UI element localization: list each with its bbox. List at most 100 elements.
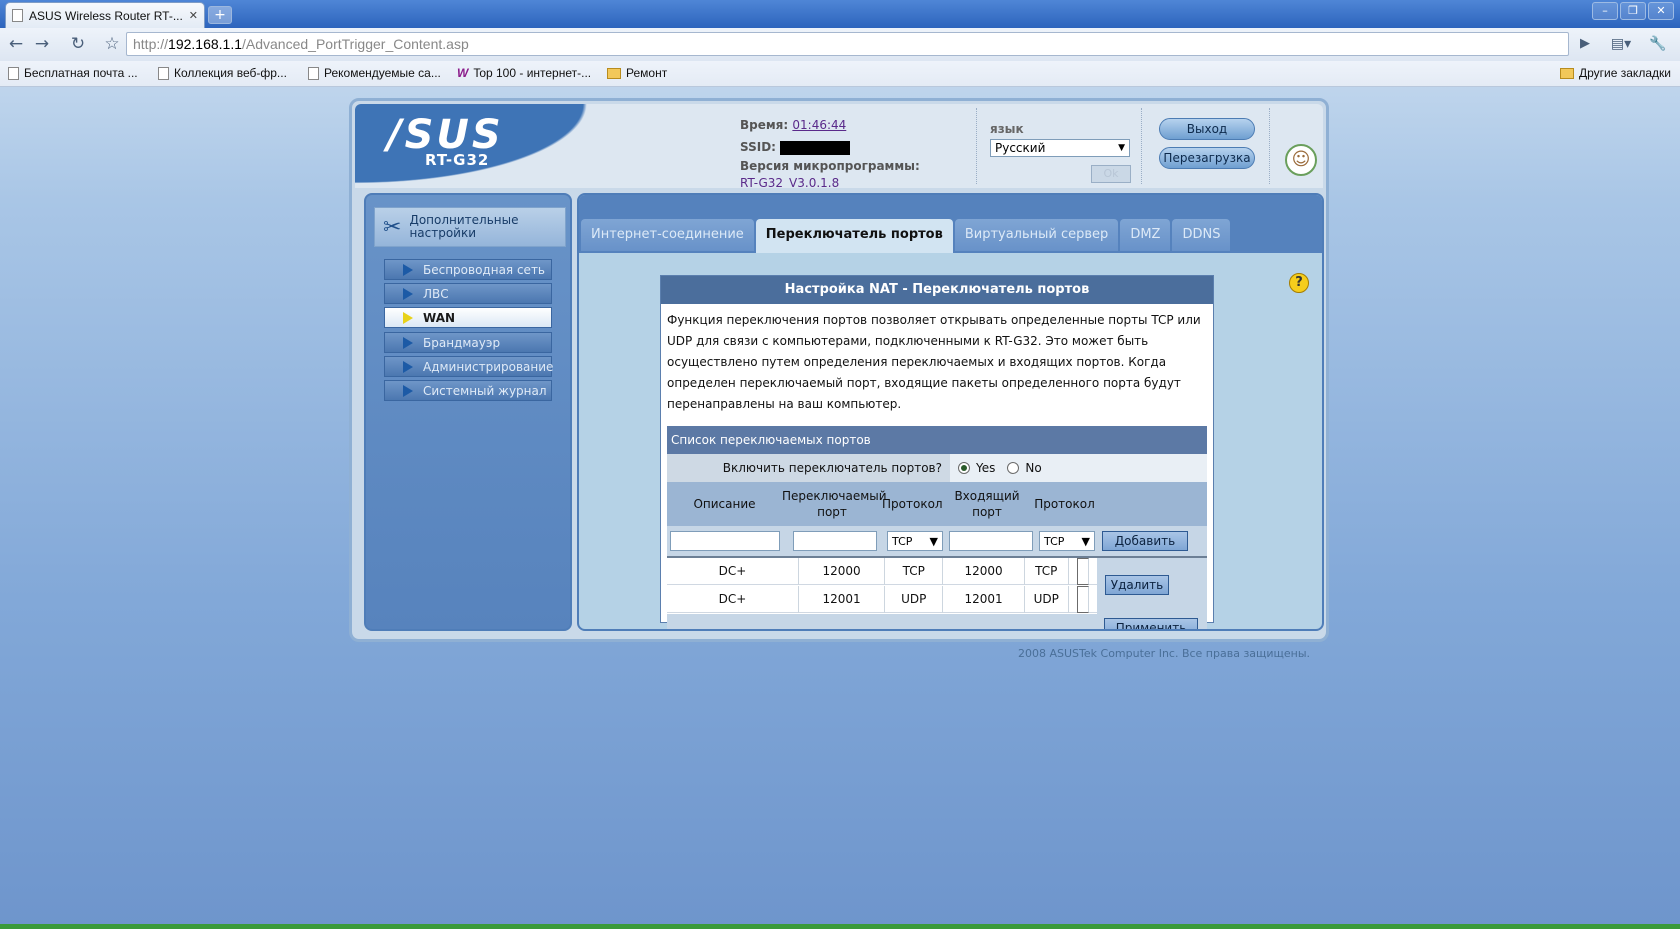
w-logo-icon: W [457, 66, 469, 80]
browser-tab[interactable]: ASUS Wireless Router RT-... ✕ [5, 2, 205, 28]
forward-arrow-icon[interactable]: → [30, 33, 54, 55]
bookmark-label: Другие закладки [1579, 66, 1671, 80]
bookmark-item[interactable]: Бесплатная почта ... [8, 66, 138, 80]
maximize-icon[interactable]: ❐ [1620, 2, 1646, 20]
main-content: Интернет-соединение Переключатель портов… [577, 193, 1324, 631]
time-link[interactable]: 01:46:44 [792, 118, 846, 132]
apply-button[interactable]: Применить [1104, 618, 1198, 629]
status-info: Время: 01:46:44 SSID: Версия микропрогра… [740, 114, 940, 188]
add-button[interactable]: Добавить [1102, 531, 1188, 551]
arrow-icon [403, 287, 413, 300]
page-icon [12, 9, 23, 22]
incoming-port-input[interactable] [949, 531, 1033, 551]
trigger-port-input[interactable] [793, 531, 877, 551]
column-headers: Описание Переключаемый порт Протокол Вхо… [667, 482, 1207, 526]
sidebar-item-label: ЛВС [423, 286, 449, 301]
tab-ddns[interactable]: DDNS [1172, 219, 1231, 251]
router-page: /SUS RT-G32 Время: 01:46:44 SSID: Версия… [349, 98, 1329, 642]
sidebar-item-lan[interactable]: ЛВС [384, 283, 552, 304]
reload-icon[interactable]: ↻ [66, 33, 90, 55]
help-icon[interactable]: ? [1289, 273, 1309, 293]
tools-icon: ✂ [383, 214, 402, 240]
language-select[interactable]: Русский ▼ [990, 139, 1130, 157]
tab-virtual-server[interactable]: Виртуальный сервер [954, 219, 1119, 251]
bookmark-item[interactable]: W Top 100 - интернет-... [457, 66, 591, 80]
bookmark-item[interactable]: Рекомендуемые са... [308, 66, 441, 80]
language-value: Русский [995, 141, 1046, 155]
sidebar-item-label: WAN [423, 310, 456, 325]
sidebar-item-administration[interactable]: Администрирование [384, 356, 553, 377]
ssid-redacted [780, 140, 851, 155]
no-radio[interactable] [1007, 462, 1020, 474]
bookmark-folder[interactable]: Ремонт [607, 66, 667, 80]
bookmark-label: Ремонт [626, 66, 668, 80]
yes-label: Yes [976, 461, 996, 475]
page-menu-icon[interactable]: ▤▾ [1606, 33, 1636, 55]
arrow-icon [403, 360, 413, 373]
arrow-icon [403, 384, 413, 397]
language-label: язык [990, 122, 1024, 136]
chevron-down-icon: ▼ [1118, 143, 1125, 153]
router-header: /SUS RT-G32 Время: 01:46:44 SSID: Версия… [355, 104, 1323, 188]
folder-icon [607, 67, 621, 79]
sidebar-item-label: Беспроводная сеть [423, 262, 546, 277]
close-tab-icon[interactable]: ✕ [189, 9, 198, 22]
protocol-value: TCP [1044, 534, 1065, 548]
firmware-label: Версия микропрограммы: [740, 159, 920, 173]
bookmark-label: Top 100 - интернет-... [473, 66, 592, 80]
reboot-button[interactable]: Перезагрузка [1159, 147, 1255, 169]
logo-area: /SUS RT-G32 [355, 104, 725, 188]
browser-titlebar: ASUS Wireless Router RT-... ✕ + – ❐ ✕ [0, 0, 1680, 28]
new-tab-button[interactable]: + [208, 6, 232, 24]
tab-title: ASUS Wireless Router RT-... [29, 8, 183, 23]
back-arrow-icon[interactable]: ← [4, 33, 28, 55]
ok-button[interactable]: Ok [1091, 165, 1131, 183]
tab-dmz[interactable]: DMZ [1120, 219, 1171, 251]
arrow-icon [403, 311, 413, 324]
minimize-icon[interactable]: – [1592, 2, 1618, 20]
sidebar-title: Дополнительные настройки [409, 213, 519, 240]
sidebar-item-system-log[interactable]: Системный журнал [384, 380, 552, 401]
cell-incoming-port: 12001 [943, 585, 1025, 613]
protocol-select[interactable]: TCP ▼ [1039, 531, 1095, 551]
other-bookmarks[interactable]: Другие закладки [1560, 66, 1671, 80]
sidebar-item-wireless[interactable]: Беспроводная сеть [384, 259, 552, 280]
protocol-select[interactable]: TCP ▼ [887, 531, 943, 551]
time-label: Время: [740, 118, 789, 132]
logout-button[interactable]: Выход [1159, 118, 1255, 140]
no-label: No [1025, 461, 1042, 475]
yes-radio[interactable] [958, 462, 970, 474]
page-icon [158, 66, 169, 80]
cell-description: DC+ [667, 585, 799, 613]
protocol-value: TCP [892, 534, 913, 548]
apply-row: Применить [667, 614, 1207, 629]
sidebar-item-label: Брандмауэр [423, 335, 501, 350]
close-window-icon[interactable]: ✕ [1648, 2, 1674, 20]
address-bar[interactable]: http://192.168.1.1/Advanced_PortTrigger_… [126, 32, 1569, 56]
row-checkbox[interactable] [1076, 585, 1089, 613]
sidebar-item-wan[interactable]: WAN [384, 307, 552, 328]
tab-port-trigger[interactable]: Переключатель портов [755, 219, 953, 253]
play-icon[interactable]: ▶ [1573, 33, 1597, 55]
delete-button[interactable]: Удалить [1105, 575, 1169, 595]
bookmark-label: Бесплатная почта ... [24, 66, 138, 80]
tabs-bar: Интернет-соединение Переключатель портов… [579, 195, 1322, 253]
description-input[interactable] [670, 531, 780, 551]
bookmark-star-icon[interactable]: ☆ [100, 33, 124, 55]
nat-panel: Настройка NAT - Переключатель портов Фун… [660, 275, 1214, 629]
firmware-link[interactable]: RT-G32_V3.0.1.8 [740, 176, 839, 188]
chevron-down-icon: ▼ [929, 534, 938, 548]
model-name: RT-G32 [425, 151, 490, 169]
delete-area: Удалить [1097, 558, 1207, 614]
bookmark-item[interactable]: Коллекция веб-фр... [158, 66, 287, 80]
tab-internet-connection[interactable]: Интернет-соединение [581, 219, 754, 251]
sidebar-item-label: Системный журнал [423, 383, 547, 398]
row-checkbox[interactable] [1076, 557, 1089, 585]
cell-protocol: UDP [1025, 585, 1069, 613]
wrench-icon[interactable]: 🔧 [1642, 33, 1674, 55]
new-entry-row: TCP ▼ TCP ▼ Добавить [667, 526, 1207, 556]
sidebar-item-firewall[interactable]: Брандмауэр [384, 332, 552, 353]
bookmarks-bar: Бесплатная почта ... Коллекция веб-фр...… [0, 61, 1680, 87]
page-icon [8, 66, 19, 80]
divider [1269, 108, 1270, 184]
